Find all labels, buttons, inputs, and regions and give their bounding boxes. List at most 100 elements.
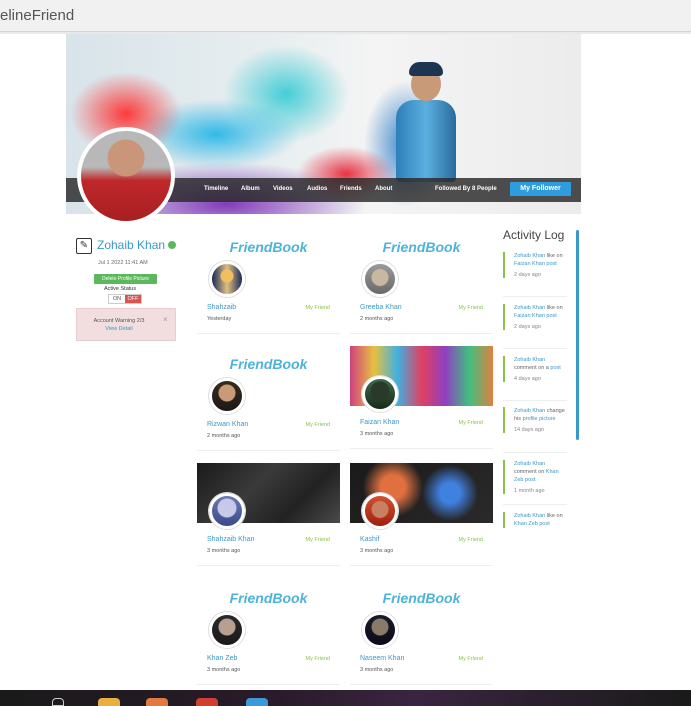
divider	[503, 296, 567, 297]
friend-card[interactable]: Shahzaib Khan My Friend 3 months ago	[197, 463, 340, 566]
friend-avatar[interactable]	[362, 376, 398, 412]
friend-since: 3 months ago	[360, 667, 394, 673]
friend-relation: My Friend	[305, 422, 330, 428]
friendbook-banner: FriendBook	[229, 590, 308, 606]
activity-action: comment on a	[514, 365, 551, 371]
friend-since: 2 months ago	[360, 316, 394, 322]
edit-icon[interactable]: ✎	[76, 238, 92, 254]
nav-about[interactable]: About	[375, 186, 392, 192]
nav-timeline[interactable]: Timeline	[204, 186, 228, 192]
active-status-toggle[interactable]: ON OFF	[108, 294, 142, 304]
friend-card[interactable]: Kashif My Friend 3 months ago	[350, 463, 493, 566]
activity-actor[interactable]: Zohaib Khan	[514, 357, 545, 363]
activity-action: like on	[545, 253, 563, 259]
friend-avatar[interactable]	[209, 493, 245, 529]
activity-actor[interactable]: Zohaib Khan	[514, 408, 545, 414]
divider	[503, 452, 567, 453]
activity-target[interactable]: Faizan Khan post	[514, 261, 557, 267]
activity-action: like on	[545, 305, 563, 311]
friend-relation: My Friend	[458, 656, 483, 662]
friend-avatar[interactable]	[362, 261, 398, 297]
avatar[interactable]	[77, 127, 175, 225]
friend-name[interactable]: Khan Zeb	[207, 655, 237, 662]
app-icon[interactable]	[146, 698, 168, 706]
activity-time: 2 days ago	[514, 324, 541, 330]
activity-log: Activity Log Zohaib Khan like on Faizan …	[501, 226, 581, 536]
followed-by-text: Followed By 8 People	[435, 186, 497, 192]
friend-avatar[interactable]	[209, 261, 245, 297]
warning-message: Account Warning 2/3	[93, 318, 145, 324]
cover-person-image	[391, 62, 461, 182]
friendbook-banner: FriendBook	[382, 590, 461, 606]
friend-card[interactable]: Faizan Khan My Friend 3 months ago	[350, 346, 493, 449]
task-view-icon[interactable]	[52, 698, 64, 706]
my-follower-button[interactable]: My Follower	[510, 182, 571, 196]
friend-name[interactable]: Greeba Khan	[360, 304, 402, 311]
activity-item[interactable]: Zohaib Khan like on Khan Zeb post	[503, 512, 567, 528]
divider	[503, 348, 567, 349]
activity-item[interactable]: Zohaib Khan like on Faizan Khan post 2 d…	[503, 252, 567, 278]
friend-card[interactable]: FriendBook Shahzaib My Friend Yesterday	[197, 231, 340, 334]
friend-card[interactable]: FriendBook Rizwan Khan My Friend 2 month…	[197, 348, 340, 451]
activity-actor[interactable]: Zohaib Khan	[514, 253, 545, 259]
friend-since: 3 months ago	[360, 431, 394, 437]
friend-name[interactable]: Faizan Khan	[360, 419, 399, 426]
friend-since: 3 months ago	[360, 548, 394, 554]
chrome-icon[interactable]	[196, 698, 218, 706]
friend-relation: My Friend	[305, 537, 330, 543]
activity-time: 2 days ago	[514, 272, 541, 278]
activity-item[interactable]: Zohaib Khan like on Faizan Khan post 2 d…	[503, 304, 567, 330]
divider	[503, 400, 567, 401]
activity-time: 1 month ago	[514, 488, 545, 494]
friend-relation: My Friend	[458, 537, 483, 543]
friend-card[interactable]: FriendBook Khan Zeb My Friend 3 months a…	[197, 582, 340, 685]
activity-target[interactable]: profile picture	[523, 416, 556, 422]
friend-avatar[interactable]	[209, 612, 245, 648]
friendbook-banner: FriendBook	[229, 356, 308, 372]
friend-name[interactable]: Kashif	[360, 536, 379, 543]
friend-avatar[interactable]	[209, 378, 245, 414]
close-icon[interactable]: ×	[163, 315, 168, 324]
joined-date: Jul 1 2022 11:41 AM	[98, 260, 148, 266]
browser-tab-title[interactable]: elineFriend	[0, 7, 74, 24]
toggle-off[interactable]: OFF	[125, 295, 141, 303]
activity-item[interactable]: Zohaib Khan comment on a post 4 days ago	[503, 356, 567, 382]
nav-friends[interactable]: Friends	[340, 186, 362, 192]
nav-audios[interactable]: Audios	[307, 186, 327, 192]
friend-name[interactable]: Shahzaib Khan	[207, 536, 254, 543]
friend-name[interactable]: Rizwan Khan	[207, 421, 248, 428]
activity-actor[interactable]: Zohaib Khan	[514, 461, 545, 467]
delete-profile-picture-button[interactable]: Delete Profile Picture	[94, 274, 157, 284]
friend-since: 2 months ago	[207, 433, 241, 439]
file-explorer-icon[interactable]	[98, 698, 120, 706]
activity-item[interactable]: Zohaib Khan change his profile picture 1…	[503, 407, 567, 433]
divider	[503, 504, 567, 505]
friend-avatar[interactable]	[362, 612, 398, 648]
friendbook-banner: FriendBook	[229, 239, 308, 255]
friend-since: 3 months ago	[207, 548, 241, 554]
activity-target[interactable]: Khan Zeb post	[514, 521, 550, 527]
account-warning: Account Warning 2/3 View Detail ×	[76, 308, 176, 341]
edge-icon[interactable]	[246, 698, 268, 706]
activity-actor[interactable]: Zohaib Khan	[514, 513, 545, 519]
toggle-on[interactable]: ON	[109, 295, 125, 303]
activity-actor[interactable]: Zohaib Khan	[514, 305, 545, 311]
activity-log-title: Activity Log	[503, 228, 565, 242]
activity-target[interactable]: post	[550, 365, 560, 371]
activity-action: like on	[545, 513, 563, 519]
friend-avatar[interactable]	[362, 493, 398, 529]
friend-name[interactable]: Naseem Khan	[360, 655, 404, 662]
activity-scrollbar[interactable]	[576, 230, 579, 440]
friend-card[interactable]: FriendBook Greeba Khan My Friend 2 month…	[350, 231, 493, 334]
friend-card[interactable]: FriendBook Naseem Khan My Friend 3 month…	[350, 582, 493, 685]
friendbook-banner: FriendBook	[382, 239, 461, 255]
nav-videos[interactable]: Videos	[273, 186, 293, 192]
view-detail-link[interactable]: View Detail	[77, 326, 161, 332]
nav-album[interactable]: Album	[241, 186, 260, 192]
profile-name[interactable]: Zohaib Khan	[97, 238, 165, 252]
friend-relation: My Friend	[458, 420, 483, 426]
friend-relation: My Friend	[305, 305, 330, 311]
activity-item[interactable]: Zohaib Khan comment on Khan Zeb post 1 m…	[503, 460, 567, 494]
activity-target[interactable]: Faizan Khan post	[514, 313, 557, 319]
friend-name[interactable]: Shahzaib	[207, 304, 236, 311]
